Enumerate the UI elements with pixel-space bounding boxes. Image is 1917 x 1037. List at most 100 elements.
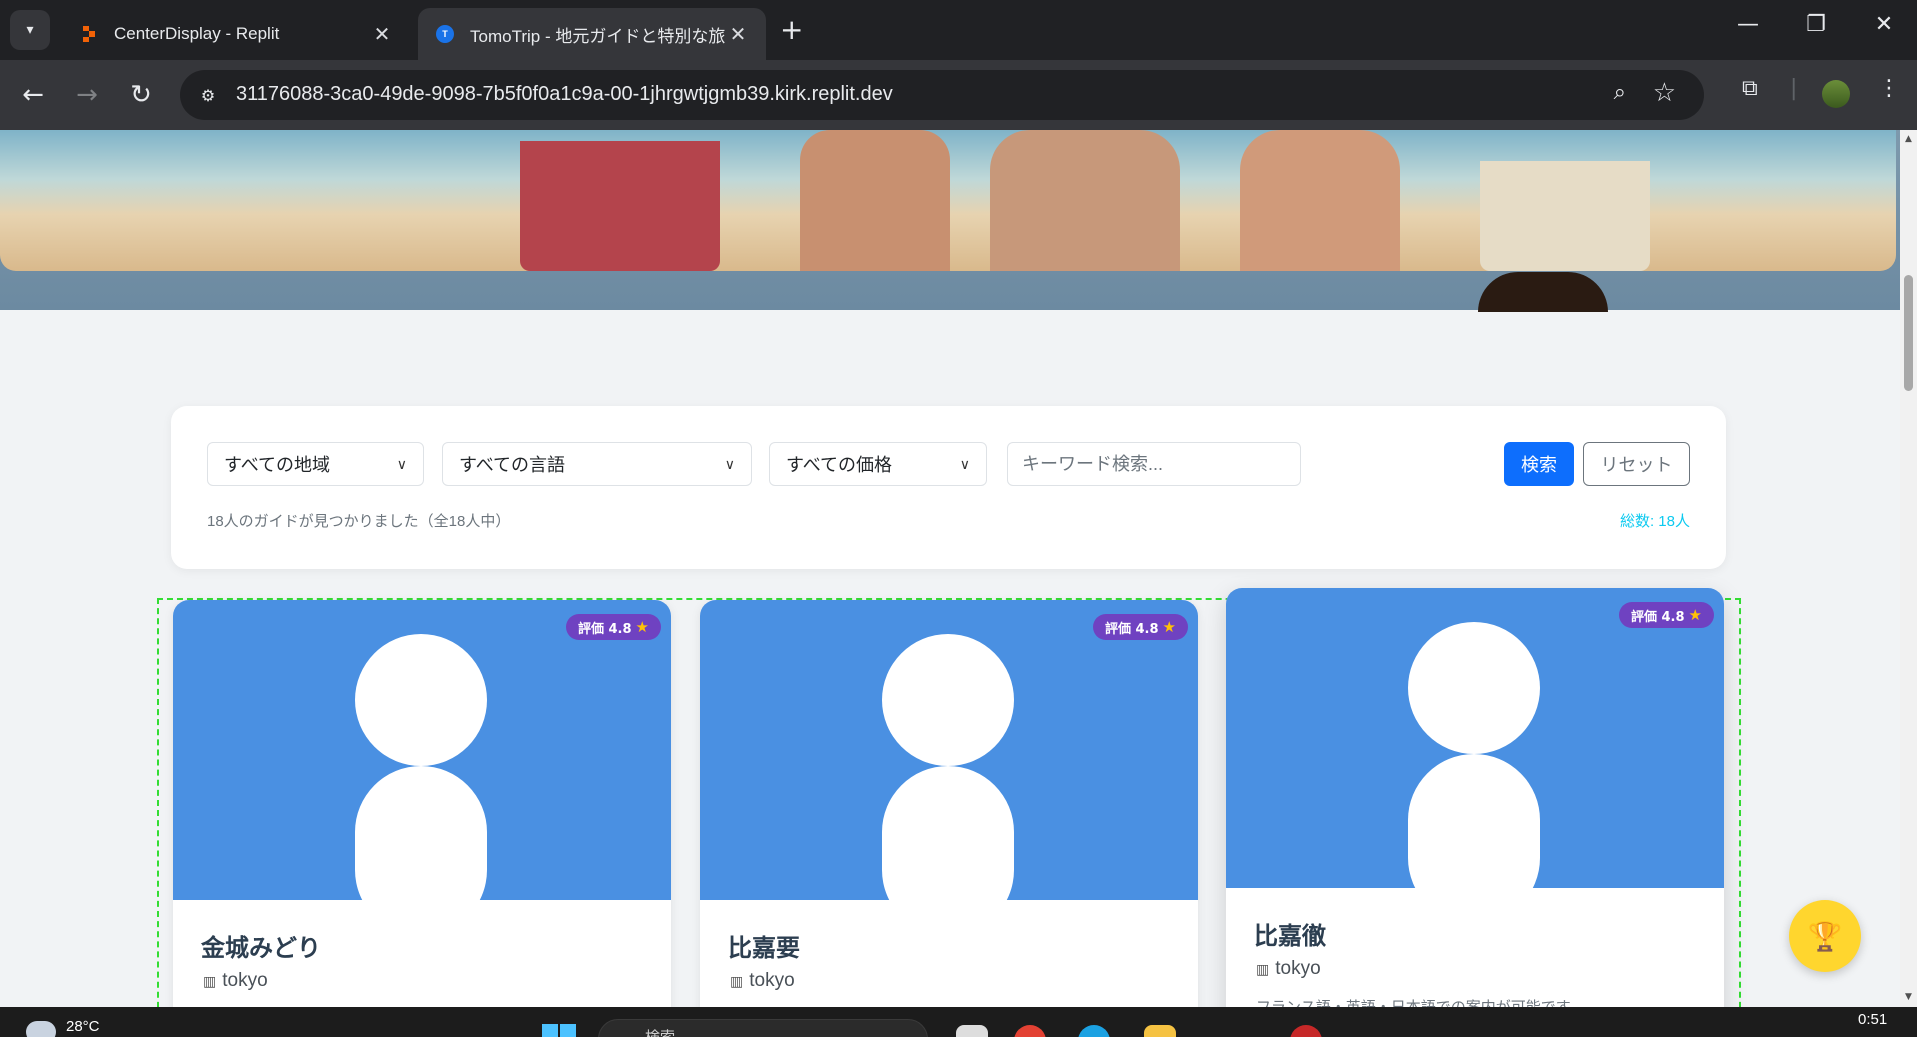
star-icon: ★ <box>635 618 649 636</box>
page-viewport: すべての地域 ∨ すべての言語 ∨ すべての価格 ∨ 検索 リセット 18人のガ… <box>0 130 1900 1007</box>
cloud-icon <box>26 1021 56 1037</box>
guide-description: フランス語・英語・日本語での案内が可能です <box>1256 996 1571 1007</box>
new-tab-button[interactable]: + <box>780 14 803 46</box>
total-count-text: 総数: 18人 <box>1619 513 1690 530</box>
floating-action-button[interactable]: 🏆 <box>1789 900 1861 972</box>
window-close-button[interactable]: ✕ <box>1864 12 1904 37</box>
rating-badge: 評価 4.8 ★ <box>1092 614 1188 640</box>
reset-button[interactable]: リセット <box>1583 442 1690 486</box>
extensions-icon[interactable]: ⧉ <box>1742 76 1758 101</box>
star-icon: ★ <box>1688 606 1702 624</box>
hero-image <box>0 130 1896 271</box>
temperature-text: 28°C <box>66 1017 100 1035</box>
language-select[interactable]: すべての言語 ∨ <box>442 442 752 486</box>
zoom-icon[interactable]: ⌕ <box>1614 80 1626 105</box>
guide-card[interactable]: 評価 4.8 ★ 比嘉要 ▥ tokyo <box>700 600 1198 1007</box>
edge-taskbar-icon[interactable] <box>1078 1025 1110 1037</box>
minimize-button[interactable]: — <box>1728 12 1768 37</box>
folder-taskbar-icon[interactable] <box>1144 1025 1176 1037</box>
page-scrollbar[interactable]: ▲ ▼ <box>1900 130 1917 1007</box>
guide-name: 金城みどり <box>201 934 321 962</box>
restore-button[interactable]: ❐ <box>1796 12 1836 37</box>
windows-taskbar: 28°C 検索 0:51 <box>0 1007 1917 1037</box>
guide-name: 比嘉徹 <box>1254 922 1326 950</box>
back-button[interactable]: ← <box>16 78 50 112</box>
chrome-taskbar-icon[interactable] <box>1014 1025 1046 1037</box>
guide-location: ▥ tokyo <box>730 970 795 992</box>
price-select[interactable]: すべての価格 ∨ <box>769 442 987 486</box>
chevron-down-icon: ▾ <box>26 22 34 38</box>
profile-avatar[interactable] <box>1822 80 1850 108</box>
chevron-down-icon: ∨ <box>959 455 970 472</box>
guide-location: ▥ tokyo <box>203 970 268 992</box>
person-head-shape <box>355 634 487 766</box>
region-select-value: すべての地域 <box>224 455 331 475</box>
weather-widget[interactable]: 28°C <box>26 1009 100 1037</box>
taskbar-app-icon[interactable] <box>956 1025 988 1037</box>
start-button[interactable] <box>542 1024 578 1037</box>
guide-location-text: tokyo <box>222 970 268 991</box>
guide-photo-placeholder: 評価 4.8 ★ <box>700 600 1198 900</box>
site-settings-icon[interactable]: ⚙ <box>196 83 220 107</box>
keyword-search-input[interactable] <box>1007 442 1301 486</box>
reload-button[interactable]: ↻ <box>124 78 158 112</box>
search-button[interactable]: 検索 <box>1504 442 1574 486</box>
location-icon: ▥ <box>1256 960 1270 977</box>
tab-title: CenterDisplay - Replit <box>114 24 280 43</box>
scroll-thumb[interactable] <box>1904 275 1913 391</box>
scroll-up-arrow[interactable]: ▲ <box>1903 134 1914 144</box>
rating-text: 評価 4.8 <box>1104 621 1159 637</box>
tab-title: TomoTrip - 地元ガイドと特別な旅 <box>470 26 726 46</box>
rating-text: 評価 4.8 <box>1630 609 1685 625</box>
guide-photo-placeholder: 評価 4.8 ★ <box>1226 588 1724 888</box>
search-filter-card: すべての地域 ∨ すべての言語 ∨ すべての価格 ∨ 検索 リセット 18人のガ… <box>171 406 1726 569</box>
result-count-text: 18人のガイドが見つかりました（全18人中） <box>207 513 511 530</box>
guide-location-text: tokyo <box>749 970 795 991</box>
language-select-value: すべての言語 <box>459 455 566 475</box>
rating-badge: 評価 4.8 ★ <box>1618 602 1714 628</box>
rating-badge: 評価 4.8 ★ <box>565 614 661 640</box>
tab-replit[interactable]: CenterDisplay - Replit ✕ <box>62 8 410 60</box>
person-body-shape <box>882 766 1014 900</box>
taskbar-search-text: 検索 <box>645 1028 676 1037</box>
bookmark-star-icon[interactable]: ☆ <box>1653 78 1676 108</box>
tab-search-button[interactable]: ▾ <box>10 10 50 50</box>
toolbar-divider: | <box>1790 76 1798 101</box>
chevron-down-icon: ∨ <box>724 455 735 472</box>
taskbar-search[interactable]: 検索 <box>598 1019 928 1037</box>
taskbar-app-icon[interactable] <box>1290 1025 1322 1037</box>
hero-photo-detail <box>1478 272 1608 312</box>
region-select[interactable]: すべての地域 ∨ <box>207 442 424 486</box>
close-icon[interactable]: ✕ <box>728 22 748 47</box>
clock-time: 0:51 <box>1858 1011 1888 1028</box>
person-body-shape <box>355 766 487 900</box>
trophy-icon: 🏆 <box>1807 919 1843 953</box>
tomotrip-icon: T <box>436 25 454 43</box>
address-bar[interactable]: ⚙ 31176088-3ca0-49de-9098-7b5f0f0a1c9a-0… <box>180 70 1704 120</box>
location-icon: ▥ <box>730 972 744 989</box>
guide-card[interactable]: 評価 4.8 ★ 金城みどり ▥ tokyo <box>173 600 671 1007</box>
guide-location-text: tokyo <box>1275 958 1321 979</box>
chevron-down-icon: ∨ <box>396 455 407 472</box>
tab-tomotrip[interactable]: T TomoTrip - 地元ガイドと特別な旅 ✕ <box>418 8 766 60</box>
replit-icon <box>80 25 98 43</box>
guide-card[interactable]: 評価 4.8 ★ 比嘉徹 ▥ tokyo フランス語・英語・日本語での案内が可能… <box>1226 588 1724 1007</box>
scroll-down-arrow[interactable]: ▼ <box>1903 992 1914 1002</box>
arrow-left-icon: ← <box>22 80 44 110</box>
menu-icon[interactable]: ⋮ <box>1878 76 1900 101</box>
person-head-shape <box>1408 622 1540 754</box>
price-select-value: すべての価格 <box>786 455 893 475</box>
star-icon: ★ <box>1162 618 1176 636</box>
close-icon[interactable]: ✕ <box>372 22 392 47</box>
rating-text: 評価 4.8 <box>577 621 632 637</box>
guide-name: 比嘉要 <box>728 934 800 962</box>
person-body-shape <box>1408 754 1540 888</box>
url-text: 31176088-3ca0-49de-9098-7b5f0f0a1c9a-00-… <box>236 83 893 105</box>
tab-bar: ▾ CenterDisplay - Replit ✕ T TomoTrip - … <box>0 0 1917 60</box>
guide-location: ▥ tokyo <box>1256 958 1321 980</box>
forward-button[interactable]: → <box>70 78 104 112</box>
reload-icon: ↻ <box>130 80 152 110</box>
person-head-shape <box>882 634 1014 766</box>
browser-toolbar: ← → ↻ ⚙ 31176088-3ca0-49de-9098-7b5f0f0a… <box>0 60 1917 130</box>
guide-photo-placeholder: 評価 4.8 ★ <box>173 600 671 900</box>
